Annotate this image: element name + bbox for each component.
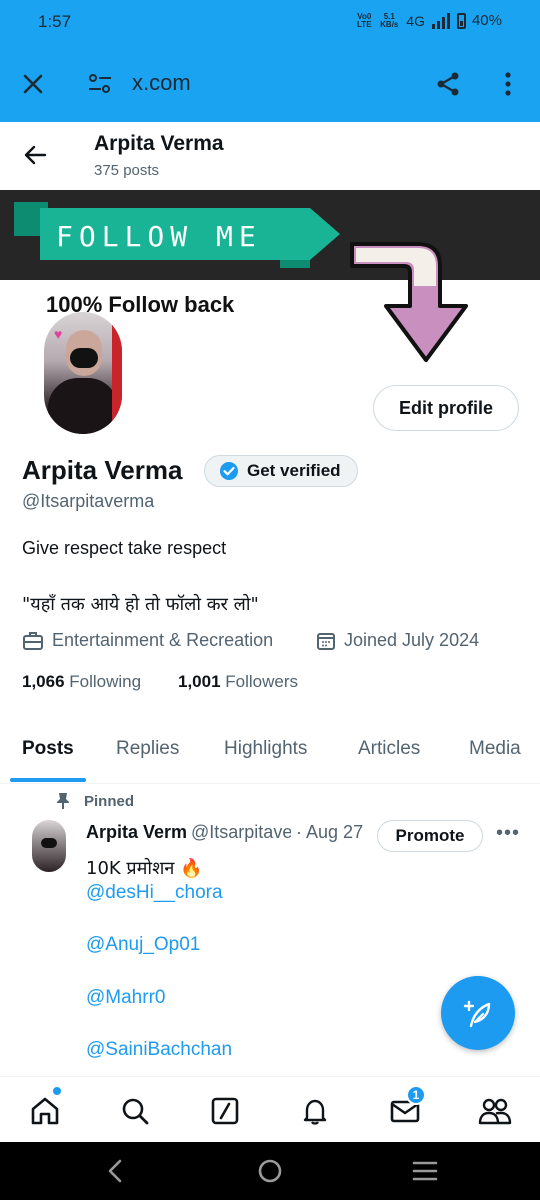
post-author-handle[interactable]: @Itsarpitaverma bbox=[191, 822, 291, 843]
signal-icon bbox=[431, 12, 450, 29]
compose-feather-icon bbox=[463, 1000, 491, 1028]
curved-arrow-graphic bbox=[350, 242, 468, 362]
avatar-mask bbox=[70, 348, 98, 368]
battery-level: 40% bbox=[471, 12, 502, 29]
network-speed: 5.1 KB/s bbox=[380, 11, 399, 29]
following-label: Following bbox=[69, 672, 142, 691]
post-avatar-mask bbox=[41, 838, 57, 848]
profile-tabs: Posts Replies Highlights Articles Media bbox=[0, 728, 540, 784]
notifications-bell-icon[interactable] bbox=[295, 1091, 335, 1131]
mention-link[interactable]: @desHi__chora bbox=[86, 882, 223, 904]
heart-icon: ♥ bbox=[54, 326, 63, 342]
tab-replies[interactable]: Replies bbox=[116, 738, 179, 760]
pinned-label: Pinned bbox=[84, 792, 135, 810]
promote-button[interactable]: Promote bbox=[377, 820, 483, 852]
system-home-icon[interactable] bbox=[255, 1156, 285, 1186]
followers-count: 1,001 bbox=[178, 672, 221, 691]
get-verified-button[interactable]: Get verified bbox=[204, 455, 358, 487]
communities-icon[interactable] bbox=[475, 1091, 515, 1131]
profile-header: Arpita Verma 375 posts bbox=[0, 122, 540, 190]
bio-line-2: "यहाँ तक आये हो तो फॉलो कर लो" bbox=[22, 594, 259, 615]
joined-label: Joined July 2024 bbox=[344, 630, 480, 650]
volte-indicator: Vo0 LTE bbox=[357, 11, 372, 29]
back-arrow-icon[interactable] bbox=[18, 138, 52, 172]
system-back-icon[interactable] bbox=[100, 1156, 130, 1186]
mention-link[interactable]: @SainiBachchan bbox=[86, 1039, 232, 1061]
verified-badge-icon bbox=[220, 462, 238, 480]
banner-text: FOLLOW ME bbox=[56, 220, 262, 253]
site-settings-icon[interactable] bbox=[80, 64, 120, 104]
header-name: Arpita Verma bbox=[94, 132, 224, 155]
search-icon[interactable] bbox=[115, 1091, 155, 1131]
profile-handle: @Itsarpitaverma bbox=[22, 491, 155, 511]
compose-post-button[interactable] bbox=[441, 976, 515, 1050]
network-type: 4G bbox=[406, 12, 425, 29]
bio-line-1: Give respect take respect bbox=[22, 538, 227, 558]
post-author-name[interactable]: Arpita Verma bbox=[86, 822, 186, 843]
close-icon[interactable] bbox=[13, 64, 53, 104]
status-bar: 1:57 Vo0 LTE 5.1 KB/s 4G 40% bbox=[0, 0, 540, 46]
pinned-indicator: Pinned bbox=[56, 792, 134, 810]
url-field[interactable]: x.com bbox=[132, 70, 191, 96]
tab-articles[interactable]: Articles bbox=[358, 738, 420, 760]
tab-posts[interactable]: Posts bbox=[22, 738, 74, 760]
followers-label: Followers bbox=[225, 672, 299, 691]
messages-badge: 1 bbox=[406, 1085, 426, 1105]
profile-joined: Joined July 2024 bbox=[316, 630, 479, 651]
battery-icon bbox=[456, 12, 466, 29]
active-tab-indicator bbox=[10, 778, 86, 782]
system-navigation-bar bbox=[0, 1142, 540, 1200]
avatar-stripe bbox=[112, 312, 122, 434]
post-date[interactable]: · Aug 27 bbox=[296, 822, 363, 842]
system-recents-icon[interactable] bbox=[410, 1156, 440, 1186]
bottom-navigation: 1 bbox=[0, 1076, 540, 1142]
share-icon[interactable] bbox=[428, 64, 468, 104]
status-time: 1:57 bbox=[38, 12, 72, 31]
pin-icon bbox=[57, 793, 69, 809]
get-verified-label: Get verified bbox=[247, 461, 341, 480]
followers-link[interactable]: 1,001 Followers bbox=[178, 672, 298, 692]
browser-toolbar: x.com bbox=[0, 46, 540, 122]
briefcase-icon bbox=[23, 631, 43, 650]
calendar-icon bbox=[317, 632, 335, 650]
more-vert-icon[interactable] bbox=[488, 64, 528, 104]
category-label: Entertainment & Recreation bbox=[52, 630, 274, 650]
post-text: 10K प्रमोशन 🔥 bbox=[86, 858, 203, 879]
mention-link[interactable]: @Mahrr0 bbox=[86, 987, 165, 1009]
profile-category: Entertainment & Recreation bbox=[22, 630, 273, 651]
following-link[interactable]: 1,066 Following bbox=[22, 672, 141, 692]
post-avatar[interactable] bbox=[32, 820, 66, 872]
mention-link[interactable]: @Anuj_Op01 bbox=[86, 934, 200, 956]
tab-highlights[interactable]: Highlights bbox=[224, 738, 307, 760]
home-notification-dot bbox=[53, 1087, 61, 1095]
grok-icon[interactable] bbox=[205, 1091, 245, 1131]
header-post-count: 375 posts bbox=[94, 162, 160, 179]
avatar-body bbox=[48, 378, 118, 434]
post-header: Arpita Verma @Itsarpitaverma · Aug 27 bbox=[86, 822, 376, 843]
profile-avatar[interactable]: ♥ bbox=[44, 312, 122, 434]
tab-media[interactable]: Media bbox=[469, 738, 521, 760]
edit-profile-button[interactable]: Edit profile bbox=[373, 385, 519, 431]
profile-name: Arpita Verma bbox=[22, 455, 183, 485]
more-horiz-icon[interactable]: ••• bbox=[496, 822, 520, 845]
status-icons: Vo0 LTE 5.1 KB/s 4G 40% bbox=[356, 12, 502, 29]
home-icon[interactable] bbox=[25, 1091, 65, 1131]
following-count: 1,066 bbox=[22, 672, 65, 691]
